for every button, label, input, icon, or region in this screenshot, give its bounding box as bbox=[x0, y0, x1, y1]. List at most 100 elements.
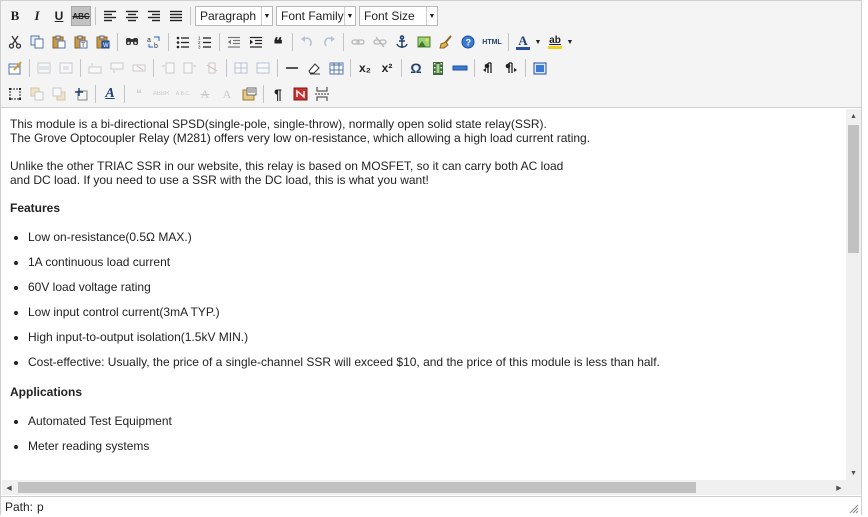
undo-button[interactable] bbox=[297, 32, 317, 52]
applications-list: Automated Test Equipment Meter reading s… bbox=[10, 414, 837, 453]
merge-cells-button[interactable] bbox=[253, 58, 273, 78]
delete-col-button[interactable] bbox=[202, 58, 222, 78]
insert-col-before-button[interactable] bbox=[158, 58, 178, 78]
ltr-button[interactable] bbox=[479, 58, 499, 78]
font-size-select[interactable]: Font Size ▼ bbox=[359, 6, 438, 26]
copy-button[interactable] bbox=[27, 32, 47, 52]
vertical-scrollbar[interactable]: ▲ ▼ bbox=[846, 109, 861, 480]
split-cells-button[interactable] bbox=[231, 58, 251, 78]
resize-handle-icon[interactable] bbox=[848, 503, 859, 514]
remove-format-button[interactable] bbox=[304, 58, 324, 78]
horizontal-rule-button[interactable] bbox=[282, 58, 302, 78]
media-button[interactable] bbox=[428, 58, 448, 78]
page-break-button[interactable] bbox=[312, 84, 332, 104]
link-button[interactable] bbox=[348, 32, 368, 52]
bullet-list-button[interactable] bbox=[173, 32, 193, 52]
delete-row-button[interactable] bbox=[129, 58, 149, 78]
del-button[interactable]: A bbox=[195, 84, 215, 104]
html-source-button[interactable]: HTML bbox=[480, 32, 504, 52]
scroll-down-icon[interactable]: ▼ bbox=[846, 466, 861, 480]
blockquote-button[interactable]: ❝ bbox=[268, 32, 288, 53]
move-forward-button[interactable] bbox=[27, 84, 47, 104]
unlink-button[interactable] bbox=[370, 32, 390, 52]
acronym-icon: A.B.C. bbox=[175, 91, 191, 97]
format-select[interactable]: Paragraph ▼ bbox=[195, 6, 273, 26]
strikethrough-button[interactable]: ABC bbox=[71, 6, 91, 26]
numbered-list-icon: 123 bbox=[198, 36, 211, 49]
style-props-button[interactable]: A bbox=[100, 84, 120, 104]
image-button[interactable] bbox=[414, 32, 434, 52]
edit-table-button[interactable] bbox=[5, 58, 25, 78]
indent-icon bbox=[250, 36, 262, 48]
paste-text-button[interactable]: T bbox=[71, 32, 91, 52]
cite-button[interactable]: “ bbox=[129, 84, 149, 104]
insert-col-after-button[interactable] bbox=[180, 58, 200, 78]
bg-color-button[interactable]: ab bbox=[545, 32, 565, 52]
horizontal-scrollbar[interactable]: ◀ ▶ bbox=[2, 480, 846, 495]
cell-props-button[interactable] bbox=[56, 58, 76, 78]
scroll-up-icon[interactable]: ▲ bbox=[846, 109, 861, 123]
vertical-scroll-thumb[interactable] bbox=[848, 125, 859, 253]
acronym-button[interactable]: A.B.C. bbox=[173, 84, 193, 104]
text-color-button[interactable]: A bbox=[513, 32, 533, 52]
mosfet-line-1: Unlike the other TRIAC SSR in our websit… bbox=[10, 159, 564, 173]
align-justify-button[interactable] bbox=[166, 6, 186, 26]
special-char-button[interactable]: Ω bbox=[406, 58, 426, 78]
subscript-button[interactable]: x₂ bbox=[355, 58, 375, 78]
redo-button[interactable] bbox=[319, 32, 339, 52]
numbered-list-button[interactable]: 123 bbox=[195, 32, 215, 52]
font-family-select[interactable]: Font Family ▼ bbox=[276, 6, 356, 26]
move-backward-button[interactable] bbox=[49, 84, 69, 104]
outdent-button[interactable] bbox=[224, 32, 244, 52]
align-left-button[interactable] bbox=[100, 6, 120, 26]
cut-button[interactable] bbox=[5, 32, 25, 52]
row-props-button[interactable] bbox=[34, 58, 54, 78]
svg-text:T: T bbox=[81, 43, 85, 49]
intro-line-1: This module is a bi-directional SPSD(sin… bbox=[10, 117, 547, 131]
scroll-right-icon[interactable]: ▶ bbox=[832, 480, 846, 495]
absolute-position-button[interactable] bbox=[71, 84, 91, 104]
help-button[interactable]: ? bbox=[458, 32, 478, 52]
replace-button[interactable]: ab bbox=[144, 32, 164, 52]
merge-cells-icon bbox=[256, 62, 270, 74]
indent-button[interactable] bbox=[246, 32, 266, 52]
attribs-button[interactable] bbox=[239, 84, 259, 104]
bg-color-dropdown[interactable]: ▼ bbox=[565, 32, 575, 52]
insert-row-before-icon bbox=[88, 63, 102, 74]
italic-button[interactable]: I bbox=[27, 6, 47, 26]
superscript-button[interactable]: x² bbox=[377, 58, 397, 78]
anchor-button[interactable] bbox=[392, 32, 412, 52]
abbr-button[interactable]: ABBR bbox=[151, 84, 171, 104]
find-button[interactable] bbox=[122, 32, 142, 52]
rtl-button[interactable] bbox=[501, 58, 521, 78]
editor-content-area[interactable]: This module is a bi-directional SPSD(sin… bbox=[2, 109, 845, 480]
fullscreen-button[interactable] bbox=[530, 58, 550, 78]
paste-button[interactable] bbox=[49, 32, 69, 52]
insert-row-before-button[interactable] bbox=[85, 58, 105, 78]
cleanup-button[interactable] bbox=[436, 32, 456, 52]
undo-icon bbox=[301, 36, 312, 47]
intro-paragraph: This module is a bi-directional SPSD(sin… bbox=[10, 117, 837, 145]
insert-row-after-button[interactable] bbox=[107, 58, 127, 78]
visual-chars-button[interactable]: ¶ bbox=[268, 84, 288, 104]
horizontal-scroll-thumb[interactable] bbox=[18, 482, 696, 493]
insert-table-button[interactable] bbox=[326, 58, 346, 78]
bold-button[interactable]: B bbox=[5, 6, 25, 26]
paste-word-button[interactable]: W bbox=[93, 32, 113, 52]
scroll-left-icon[interactable]: ◀ bbox=[2, 480, 16, 495]
mosfet-paragraph: Unlike the other TRIAC SSR in our websit… bbox=[10, 159, 837, 187]
image-icon bbox=[417, 36, 431, 48]
nonbreaking-button[interactable] bbox=[290, 84, 310, 104]
toolbar-separator bbox=[226, 59, 227, 77]
align-center-button[interactable] bbox=[122, 6, 142, 26]
ins-button[interactable]: A bbox=[217, 84, 237, 104]
align-right-button[interactable] bbox=[144, 6, 164, 26]
underline-button[interactable]: U bbox=[49, 6, 69, 26]
text-color-dropdown[interactable]: ▼ bbox=[533, 32, 543, 52]
insert-layer-button[interactable] bbox=[5, 84, 25, 104]
font-size-select-value: Font Size bbox=[364, 9, 415, 23]
advhr-button[interactable] bbox=[450, 58, 470, 78]
path-element-link[interactable]: p bbox=[37, 500, 44, 514]
toolbar-separator bbox=[401, 59, 402, 77]
list-item: 1A continuous load current bbox=[28, 255, 837, 269]
